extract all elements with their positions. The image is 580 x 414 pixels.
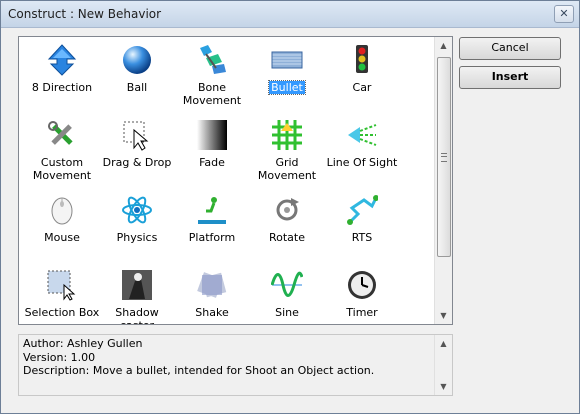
behavior-item[interactable]: 8 Direction [24, 40, 100, 114]
behavior-item[interactable]: Shadowcaster [99, 265, 175, 324]
behavior-item[interactable]: Selection Box [24, 265, 100, 324]
behavior-item[interactable]: Fade [174, 115, 250, 189]
behavior-label: 8 Direction [31, 81, 93, 94]
grid-icon [271, 119, 303, 151]
behavior-label: Physics [116, 231, 158, 244]
behavior-item[interactable]: RTS [324, 190, 400, 264]
behavior-label: Shadowcaster [115, 306, 159, 324]
title-bar: Construct : New Behavior ✕ [1, 1, 579, 28]
arrow-up-icon [46, 44, 78, 76]
behavior-label: Grid Movement [257, 156, 317, 182]
drag-cursor-icon [121, 119, 153, 151]
rts-path-icon [346, 194, 379, 226]
insert-button[interactable]: Insert [459, 66, 561, 89]
platform-runner-icon [196, 194, 228, 226]
behavior-label: Line Of Sight [326, 156, 398, 169]
shadow-caster-icon [121, 269, 153, 301]
behavior-label: Shake [195, 306, 229, 319]
behavior-dialog: Construct : New Behavior ✕ 8 Direction Ba… [0, 0, 580, 414]
scroll-down-button[interactable]: ▼ [435, 307, 452, 324]
close-button[interactable]: ✕ [554, 5, 574, 23]
behavior-label: Fade [199, 156, 225, 169]
behavior-label: Bone Movement [182, 81, 242, 107]
behavior-label: Sine [275, 306, 299, 319]
scroll-thumb[interactable] [437, 57, 451, 257]
line-of-sight-icon [346, 119, 378, 151]
desc-scroll-down-button[interactable]: ▼ [435, 378, 452, 395]
window-title: Construct : New Behavior [8, 7, 162, 21]
behavior-label: Car [352, 81, 372, 94]
globe-icon [121, 44, 153, 76]
behavior-item[interactable]: Car [324, 40, 400, 114]
behavior-label: Rotate [268, 231, 305, 244]
bone-icon [196, 44, 228, 76]
clock-icon [346, 269, 378, 301]
sine-wave-icon [270, 269, 304, 301]
rotate-icon [271, 194, 303, 226]
behavior-label: Selection Box [24, 306, 100, 319]
bullet-icon [271, 44, 303, 76]
fade-gradient-icon [196, 119, 228, 151]
mouse-icon [46, 194, 78, 226]
selection-box-icon [46, 269, 78, 301]
behavior-label: Platform [188, 231, 236, 244]
behavior-item[interactable]: Bone Movement [174, 40, 250, 114]
behavior-label: Custom Movement [32, 156, 92, 182]
behavior-item[interactable]: Mouse [24, 190, 100, 264]
description-scrollbar[interactable]: ▲ ▼ [434, 335, 452, 395]
cancel-button[interactable]: Cancel [459, 37, 561, 60]
atom-icon [121, 194, 153, 226]
desc-scroll-up-button[interactable]: ▲ [435, 335, 452, 352]
behavior-item[interactable]: Shake [174, 265, 250, 324]
behavior-item[interactable]: Rotate [249, 190, 325, 264]
description-panel: Author: Ashley Gullen Version: 1.00 Desc… [18, 334, 453, 396]
behavior-label: Bullet [268, 80, 306, 95]
shake-icon [196, 269, 228, 301]
behavior-item[interactable]: Custom Movement [24, 115, 100, 189]
behavior-item[interactable]: Platform [174, 190, 250, 264]
traffic-light-icon [346, 44, 378, 76]
tools-icon [46, 119, 78, 151]
behavior-list-scrollbar[interactable]: ▲ ▼ [434, 37, 452, 324]
behavior-list: 8 Direction Ball Bone Movement Bullet Car Cust… [18, 36, 453, 325]
description-text: Description: Move a bullet, intended for… [23, 364, 375, 377]
behavior-item[interactable]: Bullet [249, 40, 325, 114]
behavior-item[interactable]: Drag & Drop [99, 115, 175, 189]
behavior-item[interactable]: Physics [99, 190, 175, 264]
behavior-label: Drag & Drop [102, 156, 172, 169]
behavior-label: Timer [346, 306, 378, 319]
behavior-item[interactable]: Timer [324, 265, 400, 324]
version-text: Version: 1.00 [23, 350, 96, 364]
behavior-label: Ball [126, 81, 148, 94]
behavior-label: RTS [351, 231, 373, 244]
behavior-item[interactable]: Ball [99, 40, 175, 114]
scroll-up-button[interactable]: ▲ [435, 37, 452, 54]
behavior-item[interactable]: Line Of Sight [324, 115, 400, 189]
behavior-item[interactable]: Grid Movement [249, 115, 325, 189]
behavior-label: Mouse [44, 231, 80, 244]
behavior-item[interactable]: Sine [249, 265, 325, 324]
author-text: Author: Ashley Gullen [23, 337, 143, 350]
